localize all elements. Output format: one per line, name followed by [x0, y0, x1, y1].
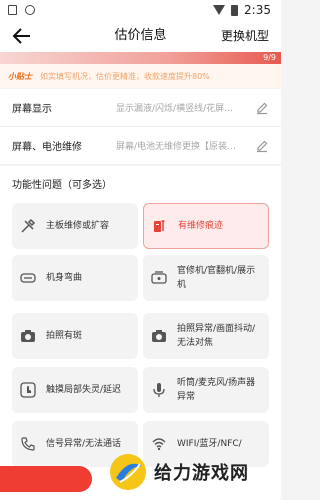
edit-icon[interactable] [255, 101, 269, 115]
battery-icon [231, 4, 239, 16]
status-bar: 2:35 [0, 0, 281, 20]
watermark-text: 给力游戏网 [154, 463, 249, 484]
option-label: WIFI/蓝牙/NFC/ [177, 439, 242, 449]
option-label: 触摸局部失灵/延迟 [46, 385, 122, 395]
tip-text: 如实填写机况，估价更精准，收款速度提升80% [40, 71, 210, 81]
section-title: 功能性问题（可多选） [12, 180, 112, 191]
phone-bend-icon [20, 273, 36, 283]
option-label: 机身弯曲 [46, 273, 83, 283]
watermark: 给力游戏网 [108, 452, 249, 492]
row-value: 屏幕/电池无维修更换【原装… [116, 142, 237, 152]
row-label: 屏幕、电池维修 [12, 142, 82, 153]
notification-icon [8, 5, 17, 15]
row-value: 显示漏液/闪烁/横竖线/花屏… [116, 104, 234, 114]
wifi-icon [213, 5, 226, 15]
touch-icon [20, 382, 36, 398]
status-right: 2:35 [213, 3, 271, 17]
header: 估价信息 更换机型 [0, 20, 281, 52]
option-label: 官修机/官翻机/展示机 [177, 266, 256, 290]
submit-button[interactable] [0, 466, 92, 492]
functional-issues-section: 功能性问题（可多选） 主板维修或扩容 有维修痕迹 机身弯曲 官修机/官翻机/展示… [0, 166, 281, 500]
camera-icon [21, 330, 35, 342]
watermark-logo-icon [110, 454, 146, 490]
option-camera-abnormal[interactable]: 拍照异常/画面抖动/无法对焦 [143, 313, 269, 359]
option-body-bend[interactable]: 机身弯曲 [12, 255, 138, 301]
progress-counter: 9/9 [263, 53, 276, 62]
status-left [8, 5, 35, 15]
option-refurbished[interactable]: 官修机/官翻机/展示机 [143, 255, 269, 301]
row-screen-battery-repair[interactable]: 屏幕、电池维修 屏幕/电池无维修更换【原装… [0, 127, 281, 165]
option-touch-fail[interactable]: 触摸局部失灵/延迟 [12, 367, 138, 413]
camera-icon [152, 330, 166, 342]
option-label: 主板维修或扩容 [46, 221, 110, 231]
edit-icon[interactable] [255, 139, 269, 153]
sync-icon [25, 5, 35, 15]
option-label: 听筒/麦克风/扬声器异常 [177, 378, 256, 402]
tip-bar: 小贴士 如实填写机况，估价更精准，收款速度提升80% [0, 64, 281, 88]
switch-model-button[interactable]: 更换机型 [221, 20, 269, 52]
wifi-icon [152, 438, 166, 451]
option-repair-trace[interactable]: 有维修痕迹 [143, 203, 269, 249]
option-label: 有维修痕迹 [178, 221, 224, 231]
option-label: 信号异常/无法通话 [46, 439, 122, 449]
tip-tag: 小贴士 [8, 71, 32, 81]
option-camera-spots[interactable]: 拍照有斑 [12, 313, 138, 359]
phone-call-icon [21, 437, 35, 451]
option-label: 拍照异常/画面抖动/无法对焦 [177, 324, 256, 348]
progress-bar: 9/9 [0, 52, 281, 64]
status-time: 2:35 [244, 3, 271, 17]
tools-icon [21, 218, 36, 233]
option-mainboard-repair[interactable]: 主板维修或扩容 [12, 203, 138, 249]
microphone-icon [153, 383, 165, 397]
phone-refurb-icon [151, 271, 167, 284]
row-screen-display[interactable]: 屏幕显示 显示漏液/闪烁/横竖线/花屏… [0, 89, 281, 127]
row-label: 屏幕显示 [12, 104, 52, 115]
repair-trace-icon [154, 220, 165, 232]
option-label: 拍照有斑 [46, 331, 83, 341]
option-audio-abnormal[interactable]: 听筒/麦克风/扬声器异常 [143, 367, 269, 413]
